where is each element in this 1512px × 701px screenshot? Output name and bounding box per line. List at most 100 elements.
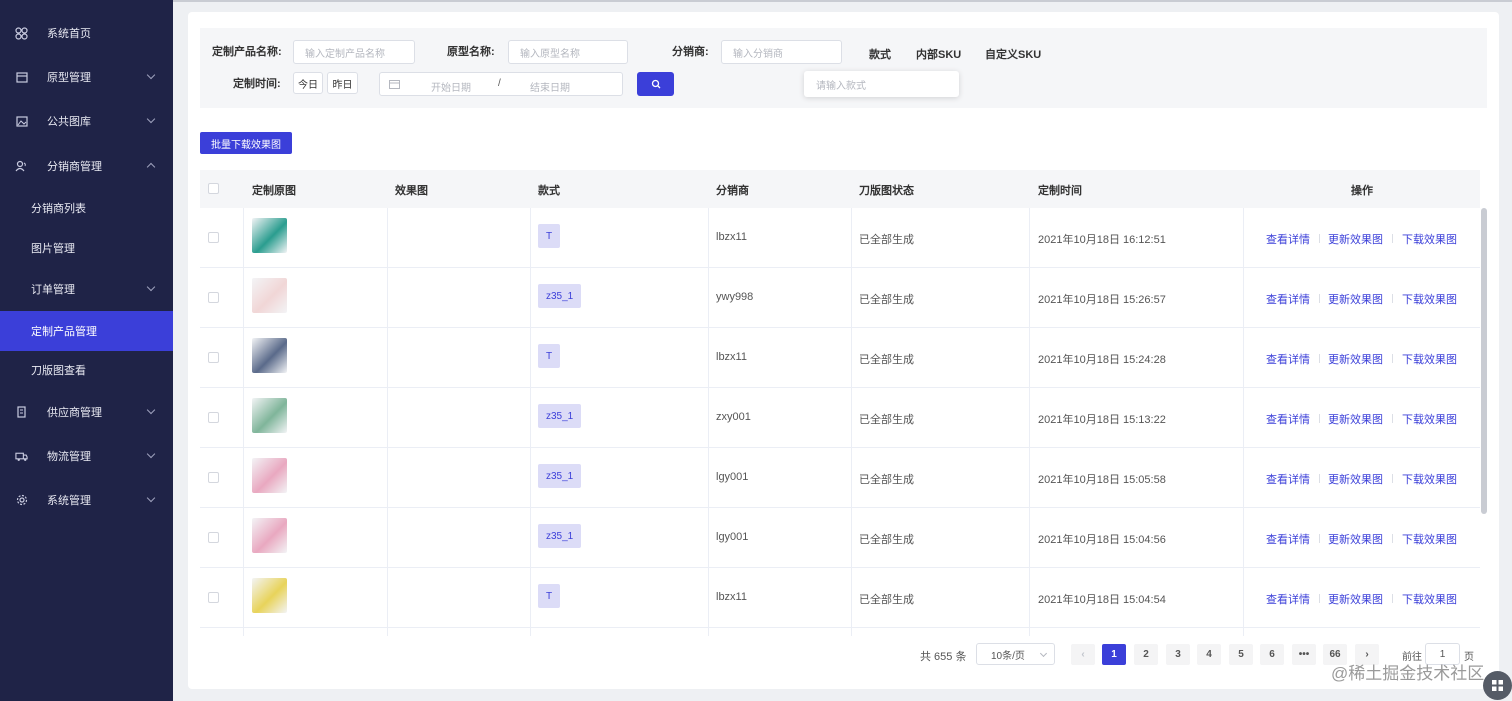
original-image-thumbnail[interactable] — [252, 338, 287, 373]
sidebar-item-gallery[interactable]: 公共图库 — [0, 101, 173, 141]
status-cell: 已全部生成 — [859, 414, 914, 426]
sidebar-subitem-custom-products[interactable]: 定制产品管理 — [0, 311, 173, 351]
chevron-down-icon — [146, 70, 156, 80]
page-size-select[interactable]: 10条/页 — [976, 643, 1055, 665]
view-details-link[interactable]: 查看详情 — [1266, 291, 1310, 307]
download-effect-link[interactable]: 下载效果图 — [1402, 291, 1457, 307]
date-range-picker[interactable]: 开始日期 / 结束日期 — [379, 72, 623, 96]
table-header: 定制原图 效果图 款式 分销商 刀版图状态 定制时间 操作 — [200, 170, 1480, 208]
end-date-input[interactable]: 结束日期 — [530, 79, 570, 94]
column-divider — [243, 208, 244, 636]
style-input-popover[interactable]: 请输入款式 — [804, 71, 959, 97]
row-checkbox[interactable] — [208, 472, 219, 483]
original-image-thumbnail[interactable] — [252, 398, 287, 433]
download-effect-link[interactable]: 下载效果图 — [1402, 531, 1457, 547]
table-row: z35_1 zxy001 已全部生成 2021年10月18日 15:13:22 查看详情… — [200, 388, 1480, 448]
action-separator — [1319, 594, 1320, 603]
action-separator — [1392, 354, 1393, 363]
distributor-cell: lgy001 — [716, 471, 749, 483]
sidebar-item-distributors[interactable]: 分销商管理 — [0, 146, 173, 186]
chevron-down-icon — [146, 493, 156, 503]
update-effect-link[interactable]: 更新效果图 — [1328, 531, 1383, 547]
view-details-link[interactable]: 查看详情 — [1266, 351, 1310, 367]
page-button[interactable]: 6 — [1260, 644, 1284, 665]
sidebar: 系统首页 原型管理 公共图库 分销商管理 分销商列表 图片管理 订单管理 定制产… — [0, 0, 173, 701]
action-separator — [1319, 414, 1320, 423]
original-image-thumbnail[interactable] — [252, 518, 287, 553]
view-details-link[interactable]: 查看详情 — [1266, 231, 1310, 247]
search-icon — [651, 79, 660, 89]
chevron-up-icon — [146, 162, 156, 172]
page-button[interactable]: 5 — [1229, 644, 1253, 665]
column-divider — [1029, 208, 1030, 636]
row-checkbox[interactable] — [208, 292, 219, 303]
row-checkbox[interactable] — [208, 532, 219, 543]
tab-custom-sku[interactable]: 自定义SKU — [985, 46, 1041, 62]
start-date-input[interactable]: 开始日期 — [431, 79, 471, 94]
sidebar-item-home[interactable]: 系统首页 — [0, 13, 173, 53]
row-checkbox[interactable] — [208, 412, 219, 423]
original-image-thumbnail[interactable] — [252, 578, 287, 613]
column-divider — [530, 208, 531, 636]
sidebar-subitem-label: 订单管理 — [31, 284, 75, 296]
view-details-link[interactable]: 查看详情 — [1266, 591, 1310, 607]
more-pages-button[interactable]: ••• — [1292, 644, 1316, 665]
sidebar-subitem-die-cut-view[interactable]: 刀版图查看 — [0, 350, 173, 390]
update-effect-link[interactable]: 更新效果图 — [1328, 411, 1383, 427]
sidebar-subitem-orders[interactable]: 订单管理 — [0, 269, 173, 309]
table-scrollbar[interactable] — [1481, 208, 1487, 514]
row-checkbox[interactable] — [208, 592, 219, 603]
row-checkbox[interactable] — [208, 352, 219, 363]
update-effect-link[interactable]: 更新效果图 — [1328, 351, 1383, 367]
prev-page-button[interactable]: ‹ — [1071, 644, 1095, 665]
status-cell: 已全部生成 — [859, 534, 914, 546]
download-effect-link[interactable]: 下载效果图 — [1402, 351, 1457, 367]
column-divider — [387, 208, 388, 636]
sidebar-item-suppliers[interactable]: 供应商管理 — [0, 392, 173, 432]
page-size-value: 10条/页 — [991, 650, 1025, 662]
sidebar-subitem-image-management[interactable]: 图片管理 — [0, 228, 173, 268]
download-effect-link[interactable]: 下载效果图 — [1402, 231, 1457, 247]
column-divider — [708, 208, 709, 636]
grid-icon — [1492, 680, 1503, 691]
tab-internal-sku[interactable]: 内部SKU — [916, 46, 961, 62]
download-effect-link[interactable]: 下载效果图 — [1402, 411, 1457, 427]
product-name-input[interactable]: 输入定制产品名称 — [293, 40, 415, 64]
search-button[interactable] — [637, 72, 674, 96]
page-button[interactable]: 1 — [1102, 644, 1126, 665]
original-image-thumbnail[interactable] — [252, 458, 287, 493]
action-separator — [1392, 594, 1393, 603]
table-row: Tlbzx11 已全部生成 2021年10月18日 16:12:51 查看详情 更新效果… — [200, 208, 1480, 268]
page-button[interactable]: 4 — [1197, 644, 1221, 665]
update-effect-link[interactable]: 更新效果图 — [1328, 471, 1383, 487]
update-effect-link[interactable]: 更新效果图 — [1328, 291, 1383, 307]
column-header: 定制时间 — [1038, 185, 1082, 197]
download-effect-link[interactable]: 下载效果图 — [1402, 471, 1457, 487]
distributor-input[interactable]: 输入分销商 — [721, 40, 842, 64]
floating-menu-button[interactable] — [1483, 671, 1512, 700]
original-image-thumbnail[interactable] — [252, 218, 287, 253]
sidebar-item-system[interactable]: 系统管理 — [0, 480, 173, 520]
row-checkbox[interactable] — [208, 232, 219, 243]
sidebar-item-label: 系统首页 — [47, 28, 91, 40]
view-details-link[interactable]: 查看详情 — [1266, 531, 1310, 547]
yesterday-button[interactable]: 昨日 — [327, 72, 358, 94]
action-separator — [1319, 234, 1320, 243]
view-details-link[interactable]: 查看详情 — [1266, 471, 1310, 487]
original-image-thumbnail[interactable] — [252, 278, 287, 313]
view-details-link[interactable]: 查看详情 — [1266, 411, 1310, 427]
page-button[interactable]: 3 — [1166, 644, 1190, 665]
today-button[interactable]: 今日 — [293, 72, 323, 94]
sidebar-item-logistics[interactable]: 物流管理 — [0, 436, 173, 476]
prototype-name-input[interactable]: 输入原型名称 — [508, 40, 628, 64]
update-effect-link[interactable]: 更新效果图 — [1328, 591, 1383, 607]
action-separator — [1319, 534, 1320, 543]
sidebar-item-prototype[interactable]: 原型管理 — [0, 57, 173, 97]
tab-style[interactable]: 款式 — [869, 46, 891, 62]
download-effect-link[interactable]: 下载效果图 — [1402, 591, 1457, 607]
page-button[interactable]: 2 — [1134, 644, 1158, 665]
batch-download-button[interactable]: 批量下载效果图 — [200, 132, 292, 154]
update-effect-link[interactable]: 更新效果图 — [1328, 231, 1383, 247]
select-all-checkbox[interactable] — [208, 183, 219, 194]
sidebar-subitem-distributor-list[interactable]: 分销商列表 — [0, 188, 173, 228]
